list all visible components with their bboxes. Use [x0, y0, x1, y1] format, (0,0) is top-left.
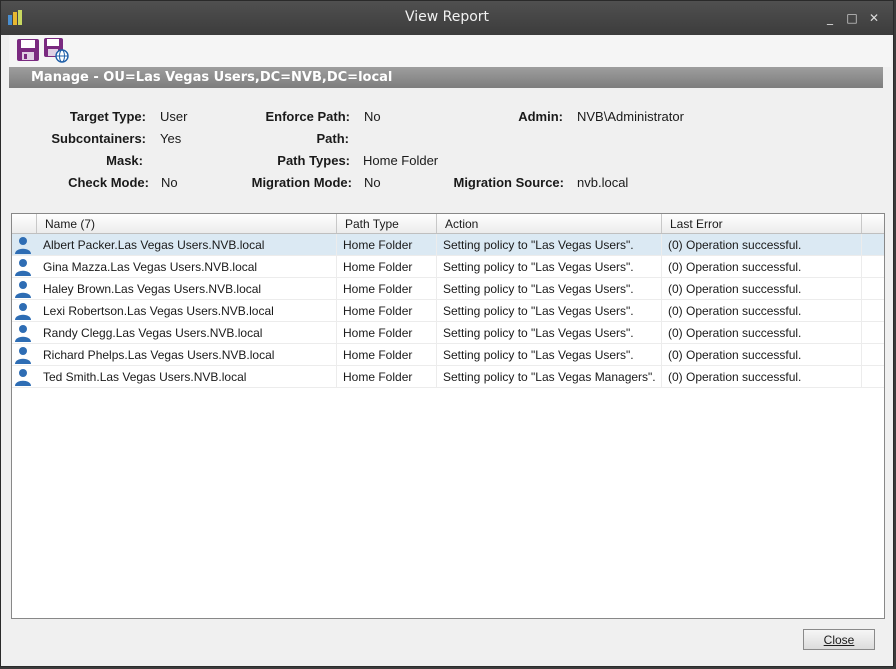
check-mode-label: Check Mode:: [68, 175, 149, 190]
report-info-panel: Target Type: User Subcontainers: Yes Mas…: [9, 88, 883, 213]
row-action: Setting policy to "Las Vegas Users".: [437, 256, 662, 277]
row-name: Richard Phelps.Las Vegas Users.NVB.local: [37, 344, 337, 365]
target-type-value: User: [160, 109, 188, 124]
save-web-icon[interactable]: [43, 37, 69, 63]
user-icon: [14, 236, 32, 254]
table-row[interactable]: Randy Clegg.Las Vegas Users.NVB.local Hom…: [12, 322, 884, 344]
row-path-type: Home Folder: [337, 278, 437, 299]
row-name: Albert Packer.Las Vegas Users.NVB.local: [37, 234, 337, 255]
maximize-button[interactable]: □: [843, 9, 861, 27]
row-path-type: Home Folder: [337, 322, 437, 343]
window-title: View Report: [404, 9, 490, 25]
row-action: Setting policy to "Las Vegas Users".: [437, 322, 662, 343]
row-name: Lexi Robertson.Las Vegas Users.NVB.local: [37, 300, 337, 321]
table-row[interactable]: Haley Brown.Las Vegas Users.NVB.local Hom…: [12, 278, 884, 300]
table-row[interactable]: Ted Smith.Las Vegas Users.NVB.local Home …: [12, 366, 884, 388]
row-last-error: (0) Operation successful.: [662, 322, 862, 343]
enforce-path-value: No: [364, 109, 381, 124]
target-type-label: Target Type:: [69, 109, 146, 124]
column-header-name[interactable]: Name (7): [37, 214, 337, 233]
row-name: Randy Clegg.Las Vegas Users.NVB.local: [37, 322, 337, 343]
mask-label: Mask:: [106, 153, 143, 168]
row-path-type: Home Folder: [337, 300, 437, 321]
path-types-value: Home Folder: [363, 153, 439, 168]
minimize-button[interactable]: _: [821, 9, 839, 27]
row-action: Setting policy to "Las Vegas Managers".: [437, 366, 662, 387]
row-path-type: Home Folder: [337, 344, 437, 365]
column-header-path-type[interactable]: Path Type: [337, 214, 437, 233]
save-icon[interactable]: [15, 37, 41, 63]
row-name: Gina Mazza.Las Vegas Users.NVB.local: [37, 256, 337, 277]
table-row[interactable]: Gina Mazza.Las Vegas Users.NVB.local Home…: [12, 256, 884, 278]
table-row[interactable]: Richard Phelps.Las Vegas Users.NVB.local…: [12, 344, 884, 366]
row-last-error: (0) Operation successful.: [662, 234, 862, 255]
row-path-type: Home Folder: [337, 366, 437, 387]
title-bar[interactable]: View Report _ □ ✕: [1, 1, 893, 35]
column-header-action[interactable]: Action: [437, 214, 662, 233]
migration-source-value: nvb.local: [577, 175, 629, 190]
table-row[interactable]: Albert Packer.Las Vegas Users.NVB.local H…: [12, 234, 884, 256]
user-icon: [14, 368, 32, 386]
subcontainers-value: Yes: [160, 131, 182, 146]
admin-label: Admin:: [518, 109, 563, 124]
toolbar: [9, 35, 891, 67]
row-action: Setting policy to "Las Vegas Users".: [437, 234, 662, 255]
path-types-label: Path Types:: [277, 153, 350, 168]
row-action: Setting policy to "Las Vegas Users".: [437, 278, 662, 299]
migration-source-label: Migration Source:: [453, 175, 564, 190]
subcontainers-label: Subcontainers:: [51, 131, 146, 146]
close-window-button[interactable]: ✕: [865, 9, 883, 27]
row-path-type: Home Folder: [337, 256, 437, 277]
user-icon: [14, 258, 32, 276]
row-action: Setting policy to "Las Vegas Users".: [437, 300, 662, 321]
row-action: Setting policy to "Las Vegas Users".: [437, 344, 662, 365]
footer: Close: [9, 619, 891, 663]
check-mode-value: No: [161, 175, 178, 190]
user-icon: [14, 302, 32, 320]
column-header-last-error[interactable]: Last Error: [662, 214, 862, 233]
row-last-error: (0) Operation successful.: [662, 300, 862, 321]
icon-column-header[interactable]: [12, 214, 37, 233]
row-path-type: Home Folder: [337, 234, 437, 255]
enforce-path-label: Enforce Path:: [265, 109, 350, 124]
row-name: Haley Brown.Las Vegas Users.NVB.local: [37, 278, 337, 299]
table-row[interactable]: Lexi Robertson.Las Vegas Users.NVB.local…: [12, 300, 884, 322]
row-last-error: (0) Operation successful.: [662, 366, 862, 387]
close-button[interactable]: Close: [803, 629, 875, 650]
user-icon: [14, 280, 32, 298]
user-icon: [14, 346, 32, 364]
migration-mode-label: Migration Mode:: [251, 175, 352, 190]
user-icon: [14, 324, 32, 342]
results-grid[interactable]: Name (7) Path Type Action Last Error Alb…: [11, 213, 885, 619]
view-report-window: View Report _ □ ✕ Manage - OU=Las Vegas …: [0, 0, 894, 667]
row-last-error: (0) Operation successful.: [662, 344, 862, 365]
row-name: Ted Smith.Las Vegas Users.NVB.local: [37, 366, 337, 387]
row-last-error: (0) Operation successful.: [662, 278, 862, 299]
path-label: Path:: [316, 131, 350, 146]
grid-header: Name (7) Path Type Action Last Error: [12, 214, 884, 234]
ou-header: Manage - OU=Las Vegas Users,DC=NVB,DC=lo…: [9, 67, 883, 88]
row-last-error: (0) Operation successful.: [662, 256, 862, 277]
migration-mode-value: No: [364, 175, 381, 190]
admin-value: NVB\Administrator: [577, 109, 684, 124]
